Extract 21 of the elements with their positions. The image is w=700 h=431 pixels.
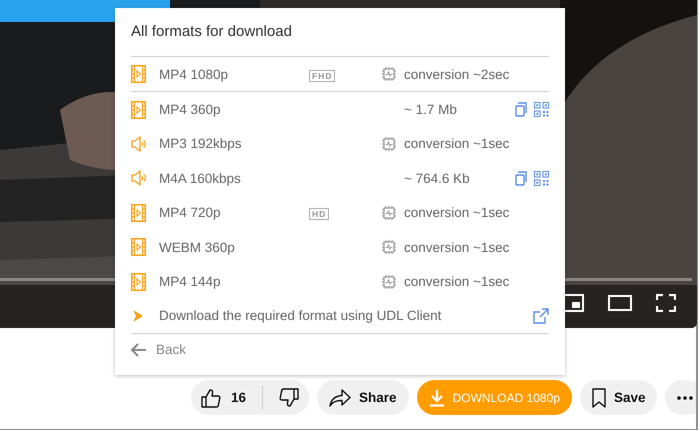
client-link[interactable]: Download the required format using UDL Client — [159, 308, 533, 324]
conversion-time: conversion ~1sec — [404, 274, 510, 290]
share-button[interactable]: Share — [317, 380, 409, 415]
conversion-time: conversion ~2sec — [404, 66, 510, 82]
conversion-time: conversion ~1sec — [404, 240, 510, 255]
save-button[interactable]: Save — [580, 380, 658, 415]
format-link[interactable]: MP4 1080p — [159, 66, 309, 82]
format-link[interactable]: MP4 720p — [159, 205, 309, 220]
format-link[interactable]: MP4 144p — [159, 274, 309, 290]
format-link[interactable]: WEBM 360p — [159, 240, 309, 255]
format-link[interactable]: MP3 192kbps — [159, 136, 309, 152]
quality-badge: FHD — [309, 70, 336, 82]
file-size: ~ 764.6 Kb — [404, 170, 471, 186]
conversion-time: conversion ~1sec — [404, 136, 510, 152]
quality-badge: HD — [309, 208, 330, 220]
panel-title: All formats for download — [131, 22, 293, 42]
back-button[interactable]: Back — [131, 342, 186, 358]
format-link[interactable]: MP4 360p — [159, 102, 309, 118]
conversion-time: conversion ~1sec — [404, 205, 510, 220]
format-link[interactable]: M4A 160kbps — [159, 170, 309, 186]
file-size: ~ 1.7 Mb — [404, 102, 458, 118]
